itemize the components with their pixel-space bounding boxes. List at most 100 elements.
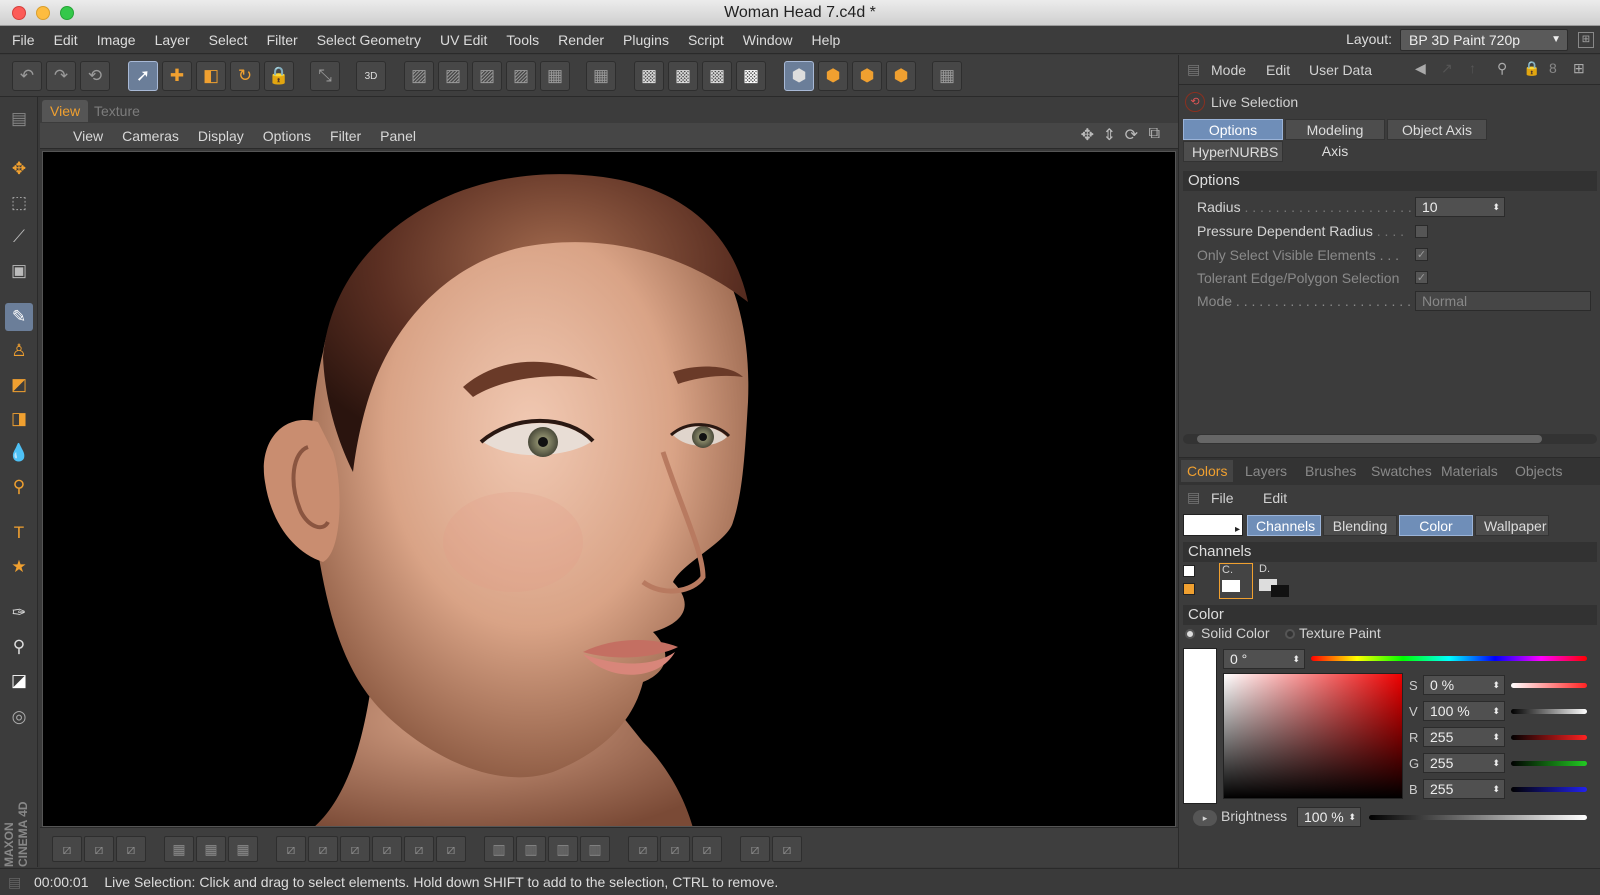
attr-menu-edit[interactable]: Edit xyxy=(1266,62,1290,78)
brightness-input[interactable]: 100 % ⬍ xyxy=(1297,807,1361,827)
undo-button[interactable]: ↶ xyxy=(12,61,42,91)
red-input[interactable]: 255 ⬍ xyxy=(1423,727,1505,747)
up-arrow-icon[interactable]: ↑ xyxy=(1469,60,1476,76)
uv-tool-19-button[interactable]: ⧄ xyxy=(692,836,722,862)
attr-menu-mode[interactable]: Mode xyxy=(1211,62,1246,78)
viewport-menu-filter[interactable]: Filter xyxy=(330,128,361,144)
brush-icon[interactable]: ✎ xyxy=(5,303,33,331)
redo-button[interactable]: ↷ xyxy=(46,61,76,91)
menu-render[interactable]: Render xyxy=(558,32,604,48)
render-settings-button[interactable]: ▨ xyxy=(506,61,536,91)
menu-filter[interactable]: Filter xyxy=(267,32,298,48)
saturation-slider[interactable] xyxy=(1511,683,1587,688)
uv-tool-7-button[interactable]: ⧄ xyxy=(276,836,306,862)
uv-tool-9-button[interactable]: ⧄ xyxy=(340,836,370,862)
colors-menu-file[interactable]: File xyxy=(1211,490,1234,506)
tab-hypernurbs[interactable]: HyperNURBS xyxy=(1183,141,1283,162)
solid-color-radio[interactable] xyxy=(1185,629,1195,639)
uv-tool-16-button[interactable]: ▥ xyxy=(580,836,610,862)
polygons-mode-button[interactable]: ⬢ xyxy=(886,61,916,91)
uv-tool-12-button[interactable]: ⧄ xyxy=(436,836,466,862)
tolerant-checkbox[interactable]: ✓ xyxy=(1415,271,1428,284)
dolly-view-icon[interactable]: ⇕ xyxy=(1103,125,1116,145)
clone-stamp-icon[interactable]: ♙ xyxy=(5,337,33,365)
uv-tool-15-button[interactable]: ▥ xyxy=(548,836,578,862)
points-mode-button[interactable]: ⬢ xyxy=(818,61,848,91)
new-panel-icon[interactable]: ⊞ xyxy=(1573,60,1585,77)
menu-file[interactable]: File xyxy=(12,32,35,48)
uv-tool-18-button[interactable]: ⧄ xyxy=(660,836,690,862)
move-axis-icon[interactable]: ✥ xyxy=(5,155,33,183)
minimize-window-button[interactable] xyxy=(36,6,50,20)
move-tool-button[interactable]: ✚ xyxy=(162,61,192,91)
uv-tool-13-button[interactable]: ▥ xyxy=(484,836,514,862)
green-slider[interactable] xyxy=(1511,761,1587,766)
uv-tool-2-button[interactable]: ⧄ xyxy=(84,836,114,862)
uv-tool-11-button[interactable]: ⧄ xyxy=(404,836,434,862)
coordinate-system-button[interactable]: ⤡ xyxy=(310,61,340,91)
hue-input[interactable]: 0 ° ⬍ xyxy=(1223,649,1305,669)
color-button[interactable]: Color xyxy=(1399,515,1473,536)
maximize-view-icon[interactable]: ⧉ xyxy=(1149,125,1160,143)
tab-layers[interactable]: Layers xyxy=(1239,460,1293,482)
dodge-burn-icon[interactable]: ⚲ xyxy=(5,473,33,501)
checker-2-button[interactable]: ▩ xyxy=(668,61,698,91)
value-slider[interactable] xyxy=(1511,709,1587,714)
tab-objects[interactable]: Objects xyxy=(1509,460,1568,482)
model-mode-button[interactable]: ⬢ xyxy=(784,61,814,91)
tab-swatches[interactable]: Swatches xyxy=(1365,460,1438,482)
uv-tool-10-button[interactable]: ⧄ xyxy=(372,836,402,862)
current-color-swatch[interactable]: ▸ xyxy=(1183,514,1243,536)
attr-menu-user-data[interactable]: User Data xyxy=(1309,62,1372,78)
menu-select[interactable]: Select xyxy=(209,32,248,48)
zoom-window-button[interactable] xyxy=(60,6,74,20)
texture-paint-radio[interactable] xyxy=(1285,629,1295,639)
viewport-menu-view[interactable]: View xyxy=(73,128,103,144)
render-queue-button[interactable]: ▦ xyxy=(540,61,570,91)
viewport-menu-panel[interactable]: Panel xyxy=(380,128,416,144)
mode-dropdown[interactable]: Normal xyxy=(1415,291,1591,311)
lock-icon[interactable]: 🔒 xyxy=(1523,60,1540,77)
text-tool-icon[interactable]: T xyxy=(5,519,33,547)
wallpaper-button[interactable]: Wallpaper xyxy=(1475,515,1549,536)
viewport-menu-display[interactable]: Display xyxy=(198,128,244,144)
zoom-icon[interactable]: ⚲ xyxy=(5,633,33,661)
quick-mask-icon[interactable]: ◎ xyxy=(5,703,33,731)
uv-mode-button[interactable]: ▦ xyxy=(932,61,962,91)
last-tool-button[interactable]: ⟲ xyxy=(80,61,110,91)
menu-image[interactable]: Image xyxy=(97,32,136,48)
smudge-drop-icon[interactable]: 💧 xyxy=(5,439,33,467)
viewport-menu-cameras[interactable]: Cameras xyxy=(122,128,179,144)
back-arrow-icon[interactable]: ◀ xyxy=(1415,60,1426,77)
uv-tool-8-button[interactable]: ⧄ xyxy=(308,836,338,862)
uv-tool-14-button[interactable]: ▥ xyxy=(516,836,546,862)
layout-dropdown[interactable]: BP 3D Paint 720p ▼ xyxy=(1400,29,1568,51)
forward-arrow-icon[interactable]: ↗ xyxy=(1441,60,1453,77)
saturation-input[interactable]: 0 % ⬍ xyxy=(1423,675,1505,695)
blue-slider[interactable] xyxy=(1511,787,1587,792)
uv-tool-17-button[interactable]: ⧄ xyxy=(628,836,658,862)
uv-tool-5-button[interactable]: ▦ xyxy=(196,836,226,862)
blending-button[interactable]: Blending xyxy=(1323,515,1397,536)
uv-tool-6-button[interactable]: ▦ xyxy=(228,836,258,862)
uv-tool-1-button[interactable]: ⧄ xyxy=(52,836,82,862)
star-shape-icon[interactable]: ★ xyxy=(5,553,33,581)
tab-modeling-axis[interactable]: Modeling Axis xyxy=(1285,119,1385,159)
3d-viewport[interactable] xyxy=(42,151,1176,827)
panel-toggle-icon[interactable]: ▤ xyxy=(5,105,33,133)
pressure-checkbox[interactable] xyxy=(1415,225,1428,238)
live-selection-tool-button[interactable]: ➚ xyxy=(128,61,158,91)
colors-menu-edit[interactable]: Edit xyxy=(1263,490,1287,506)
visible-elements-checkbox[interactable]: ✓ xyxy=(1415,248,1428,261)
menu-uv-edit[interactable]: UV Edit xyxy=(440,32,487,48)
lock-axis-button[interactable]: 🔒 xyxy=(264,61,294,91)
menu-edit[interactable]: Edit xyxy=(54,32,78,48)
attributes-scrollbar[interactable] xyxy=(1183,434,1597,444)
eyedropper-icon[interactable]: ✑ xyxy=(5,599,33,627)
uv-tool-3-button[interactable]: ⧄ xyxy=(116,836,146,862)
checker-1-button[interactable]: ▩ xyxy=(634,61,664,91)
green-input[interactable]: 255 ⬍ xyxy=(1423,753,1505,773)
scrollbar-thumb[interactable] xyxy=(1197,435,1542,443)
radius-input[interactable]: 10 ⬍ xyxy=(1415,197,1505,217)
link-icon[interactable]: 8 xyxy=(1549,60,1557,76)
